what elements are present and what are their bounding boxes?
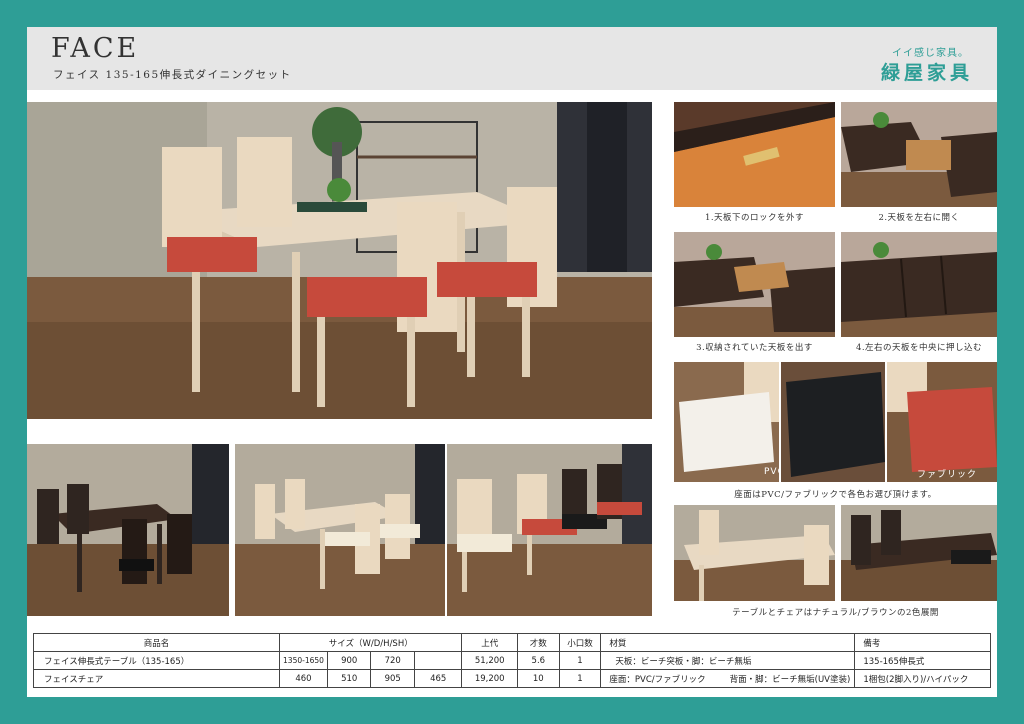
header-volume: 才数: [517, 633, 560, 652]
row-height: 905: [370, 669, 415, 688]
row-seat-height: 465: [413, 669, 463, 688]
fabric-label: ファブリック: [917, 470, 978, 480]
step4-photo: [841, 232, 997, 337]
header-notes: 備考: [854, 633, 991, 652]
colors-caption: テーブルとチェアはナチュラル/ブラウンの2色展開: [732, 608, 939, 618]
hero-photo: [27, 102, 652, 419]
pvc-black-photo: [781, 362, 885, 482]
fabric-red-photo: [887, 362, 997, 482]
header-price: 上代: [461, 633, 518, 652]
row-width: 1350-1650: [279, 651, 328, 670]
row-depth: 510: [326, 669, 372, 688]
row-notes: 135-165伸長式: [854, 651, 991, 670]
header-name: 商品名: [32, 633, 281, 652]
natural-table-photo: [674, 505, 835, 601]
row-material: 天板：ビーチ突板・脚：ビーチ無垢: [600, 651, 856, 670]
step4-caption: 4.左右の天板を中央に押し込む: [855, 343, 983, 353]
spec-header-row: 商品名 サイズ（W/D/H/SH） 上代 才数 小口数 材質 備考: [32, 633, 991, 652]
catalog-sheet: FACE フェイス 135-165伸長式ダイニングセット イイ感じ家具。 緑屋家…: [27, 27, 997, 697]
row-name: フェイスチェア: [32, 669, 281, 688]
row-units: 1: [558, 669, 602, 688]
row-width: 460: [279, 669, 328, 688]
page-subtitle: フェイス 135-165伸長式ダイニングセット: [53, 69, 292, 81]
brand-tagline: イイ感じ家具。: [892, 48, 969, 59]
row-volume: 5.6: [517, 651, 560, 670]
row-seat-height: [413, 651, 463, 670]
header-units: 小口数: [558, 633, 602, 652]
page-title: FACE: [51, 33, 140, 64]
natural-set-photo: [235, 444, 445, 616]
row-units: 1: [558, 651, 602, 670]
spec-table: 商品名 サイズ（W/D/H/SH） 上代 才数 小口数 材質 備考 フェイス伸長…: [32, 633, 991, 688]
header-size: サイズ（W/D/H/SH）: [279, 633, 463, 652]
row-name: フェイス伸長式テーブル（135-165）: [32, 651, 281, 670]
brand-logo: 緑屋家具: [880, 62, 973, 84]
row-material-a: 座面：PVC/ファブリック: [609, 674, 706, 685]
header-material: 材質: [600, 633, 856, 652]
table-row: フェイスチェア 460 510 905 465 19,200 10 1 座面：P…: [32, 669, 991, 688]
step3-caption: 3.収納されていた天板を出す: [696, 343, 813, 353]
step1-caption: 1.天板下のロックを外す: [704, 213, 805, 223]
row-material-a: 天板：ビーチ突板・脚：ビーチ無垢: [615, 656, 752, 667]
row-material: 座面：PVC/ファブリック 背面・脚：ビーチ無垢(UV塗装): [600, 669, 856, 688]
row-price: 19,200: [461, 669, 518, 688]
step1-photo: [674, 102, 835, 207]
row-height: 720: [370, 651, 415, 670]
step2-photo: [841, 102, 997, 207]
seat-caption: 座面はPVC/ファブリックで各色お選び頂けます。: [734, 490, 937, 500]
row-depth: 900: [326, 651, 372, 670]
row-notes: 1梱包(2脚入り)/ハイパック: [854, 669, 991, 688]
brown-table-photo: [841, 505, 997, 601]
chair-variants-photo: [447, 444, 652, 616]
row-material-b: 背面・脚：ビーチ無垢(UV塗装): [729, 674, 851, 685]
step2-caption: 2.天板を左右に開く: [878, 213, 960, 223]
brown-set-photo: [27, 444, 229, 616]
pvc-white-photo: [674, 362, 779, 482]
row-price: 51,200: [461, 651, 518, 670]
header-bar: FACE フェイス 135-165伸長式ダイニングセット イイ感じ家具。 緑屋家…: [27, 27, 997, 90]
table-row: フェイス伸長式テーブル（135-165） 1350-1650 900 720 5…: [32, 651, 991, 670]
step3-photo: [674, 232, 835, 337]
row-volume: 10: [517, 669, 560, 688]
